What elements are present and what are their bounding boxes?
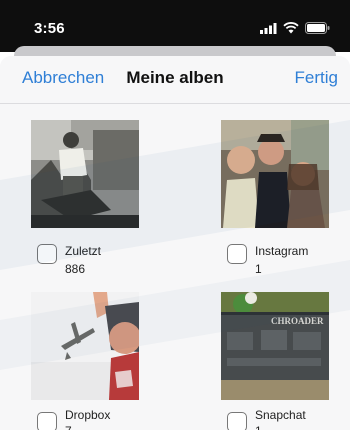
album-name: Dropbox — [65, 408, 111, 422]
album-item[interactable]: CHROADER Snapchat 1 — [221, 292, 339, 430]
album-checkbox[interactable] — [227, 244, 247, 264]
album-count: 886 — [65, 262, 86, 276]
album-grid: Zuletzt 886 Instagram 1 Dropbox CHROADER… — [0, 104, 350, 430]
album-count: 1 — [255, 424, 262, 430]
album-count: 1 — [255, 262, 262, 276]
album-count: 7 — [65, 424, 72, 430]
album-thumbnail[interactable] — [31, 292, 139, 400]
status-icons — [260, 22, 330, 34]
done-button[interactable]: Fertig — [295, 68, 338, 88]
battery-icon — [305, 22, 330, 34]
album-checkbox[interactable] — [227, 412, 247, 430]
album-item[interactable]: Zuletzt 886 — [31, 120, 149, 276]
vintage-photo-thumbnail — [31, 120, 139, 228]
headstone-photo-thumbnail: CHROADER — [221, 292, 329, 400]
status-time: 3:56 — [34, 20, 65, 37]
album-checkbox[interactable] — [37, 244, 57, 264]
album-picker-sheet: Abbrechen Meine alben Fertig Zuletzt 886… — [0, 56, 350, 430]
status-bar: 3:56 — [0, 0, 350, 52]
album-name: Zuletzt — [65, 244, 102, 258]
airplane-photo-thumbnail — [31, 292, 139, 400]
signal-icon — [260, 22, 277, 34]
headstone-name-text: CHROADER — [271, 316, 324, 326]
album-thumbnail[interactable] — [31, 120, 139, 228]
album-item[interactable]: Instagram 1 — [221, 120, 339, 276]
album-thumbnail[interactable]: CHROADER — [221, 292, 329, 400]
wifi-icon — [283, 22, 299, 34]
nav-bar: Abbrechen Meine alben Fertig — [0, 56, 350, 104]
album-checkbox[interactable] — [37, 412, 57, 430]
album-name: Snapchat — [255, 408, 306, 422]
album-name: Instagram — [255, 244, 309, 258]
selfie-photo-thumbnail — [221, 120, 329, 228]
album-item[interactable]: Dropbox 7 — [31, 292, 149, 430]
album-thumbnail[interactable] — [221, 120, 329, 228]
